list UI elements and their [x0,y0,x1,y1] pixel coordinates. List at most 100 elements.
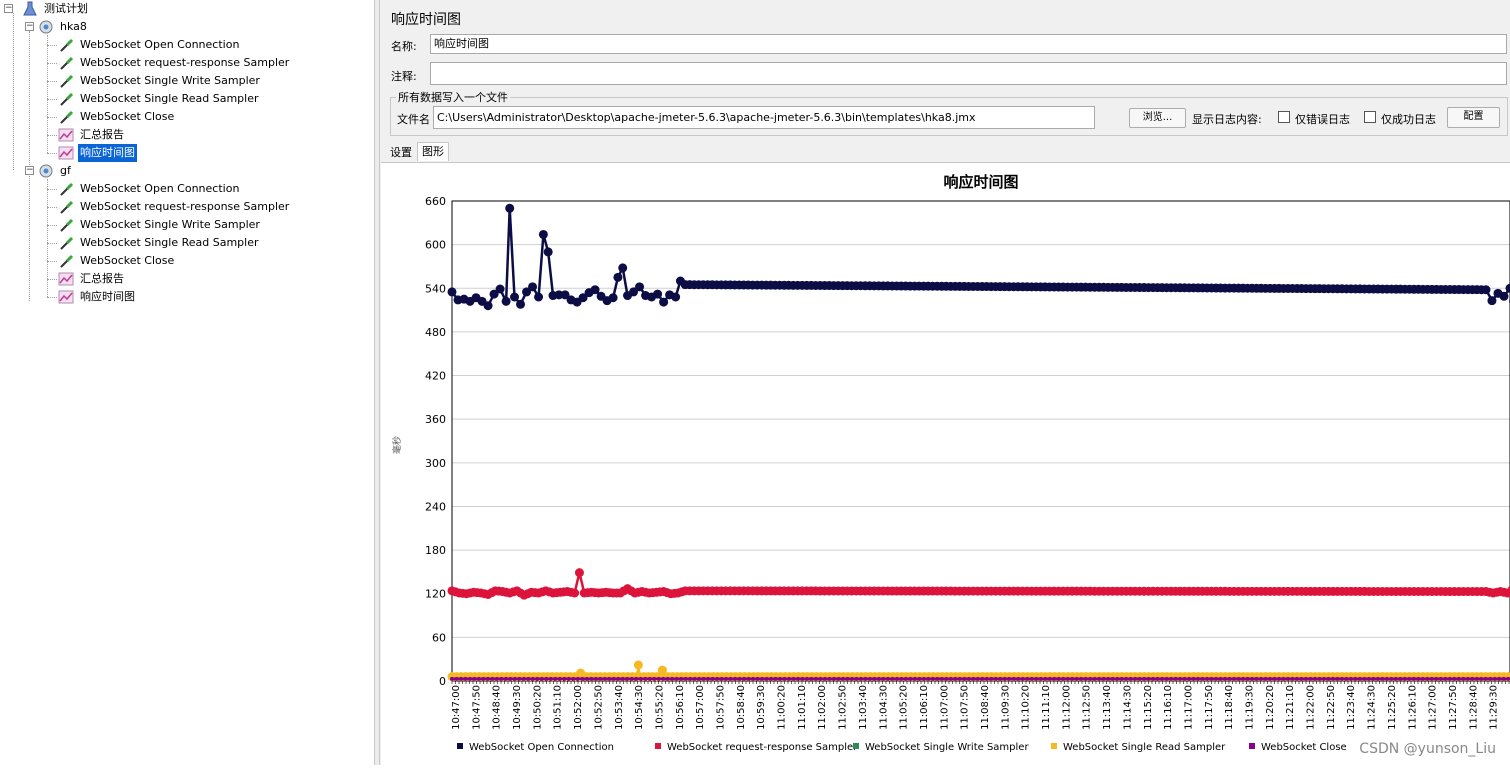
data-point [971,677,975,681]
data-point [1084,677,1088,681]
x-tick-label: 10:58:40 [736,685,747,730]
sampler-icon [58,235,74,251]
data-point [653,290,662,299]
y-tick-label: 660 [425,195,446,208]
data-point [1308,677,1312,681]
data-point [657,677,661,681]
data-point [1470,677,1474,681]
data-point [535,677,539,681]
data-point [625,677,629,681]
name-field[interactable]: 响应时间图 [430,34,1507,54]
data-point [531,677,535,681]
data-point [575,568,584,577]
data-point [1273,677,1277,681]
data-point [1079,677,1083,681]
data-point [486,677,490,681]
tree-item[interactable]: WebSocket Single Read Sampler [58,234,261,252]
data-point [594,677,598,681]
log-content-label: 显示日志内容: [1192,111,1262,127]
y-tick-label: 480 [425,326,446,339]
configure-button[interactable]: 配置 [1447,107,1500,128]
tree-thread-group-gf[interactable]: gf [38,162,73,180]
data-point [1070,677,1074,681]
data-point [1246,677,1250,681]
data-point [738,677,742,681]
collapse-root-toggle[interactable]: − [4,4,13,13]
tree-item[interactable]: 汇总报告 [58,126,126,144]
tree-item-label: WebSocket Single Write Sampler [78,72,262,90]
comment-field[interactable] [430,62,1507,85]
tree-item[interactable]: 响应时间图 [58,144,137,162]
tree-item[interactable]: WebSocket Open Connection [58,36,241,54]
data-point [652,677,656,681]
data-point [1335,677,1339,681]
tree-item[interactable]: WebSocket Close [58,108,176,126]
data-point [1362,677,1366,681]
y-axis-label: 毫秒 [391,436,403,454]
collapse-group-hka8-toggle[interactable]: − [25,22,34,31]
tree-root[interactable]: 测试计划 [22,0,90,18]
data-point [1133,677,1137,681]
browse-button[interactable]: 浏览... [1129,108,1186,128]
listener-icon [58,145,74,161]
data-point [484,301,493,310]
data-point [1412,677,1416,681]
data-point [1398,677,1402,681]
x-tick-label: 11:07:00 [939,685,950,730]
tree-item[interactable]: WebSocket Close [58,252,176,270]
x-tick-label: 11:27:00 [1428,685,1439,730]
x-tick-label: 11:03:40 [858,685,869,730]
data-point [976,677,980,681]
data-point [1344,677,1348,681]
tree-item[interactable]: 汇总报告 [58,270,126,288]
tree-item[interactable]: 响应时间图 [58,288,137,306]
data-point [635,282,644,291]
tree-item-label: WebSocket Close [78,252,176,270]
tree-item[interactable]: WebSocket Single Write Sampler [58,72,262,90]
tree-item[interactable]: WebSocket Open Connection [58,180,241,198]
legend-swatch [457,743,463,749]
sampler-icon [58,91,74,107]
tree-item[interactable]: WebSocket request-response Sampler [58,198,291,216]
x-tick-label: 11:00:20 [777,685,788,730]
tree-item[interactable]: WebSocket Single Read Sampler [58,90,261,108]
data-point [823,677,827,681]
errors-only-label: 仅错误日志 [1295,111,1350,127]
tab-settings[interactable]: 设置 [386,144,416,162]
x-tick-label: 10:47:50 [471,685,482,730]
data-point [1115,677,1119,681]
tab-graph[interactable]: 图形 [417,142,449,161]
data-point [612,677,616,681]
data-point [1326,677,1330,681]
data-point [1250,677,1254,681]
x-tick-label: 11:16:10 [1163,685,1174,730]
data-point [980,677,984,681]
data-point [1196,677,1200,681]
data-point [850,677,854,681]
x-tick-label: 11:05:20 [899,685,910,730]
success-only-checkbox[interactable] [1364,111,1376,123]
data-point [1479,677,1483,681]
tree-thread-group-hka8[interactable]: hka8 [38,18,89,36]
x-tick-label: 11:20:20 [1265,685,1276,730]
data-point [1097,677,1101,681]
errors-only-checkbox[interactable] [1278,111,1290,123]
test-plan-tree[interactable]: − 测试计划 − hka8 WebSocket Open ConnectionW… [0,0,374,765]
tree-item[interactable]: WebSocket Single Write Sampler [58,216,262,234]
legend-swatch [655,743,661,749]
data-point [576,677,580,681]
data-point [1034,677,1038,681]
collapse-group-gf-toggle[interactable]: − [25,166,34,175]
data-point [504,677,508,681]
data-point [931,677,935,681]
filename-field[interactable]: C:\Users\Administrator\Desktop\apache-jm… [433,106,1095,129]
data-point [661,677,665,681]
x-tick-label: 10:52:00 [573,685,584,730]
y-tick-label: 120 [425,588,446,601]
watermark: CSDN @yunson_Liu [1359,741,1496,757]
data-point [1174,677,1178,681]
data-point [634,677,638,681]
tree-item[interactable]: WebSocket request-response Sampler [58,54,291,72]
tree-item-label: 汇总报告 [78,126,126,144]
data-point [1021,677,1025,681]
